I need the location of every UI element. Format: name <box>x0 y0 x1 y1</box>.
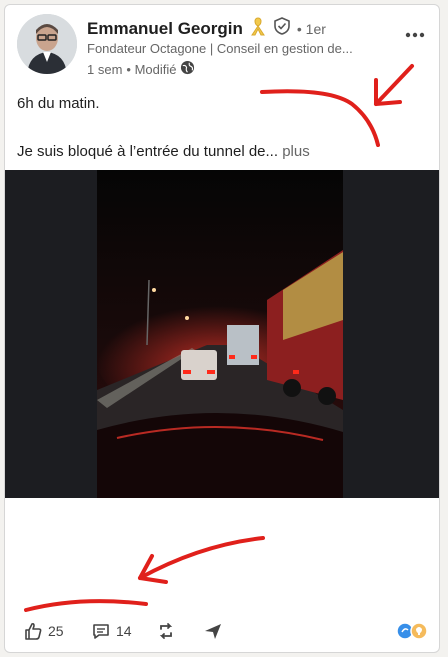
post-time: 1 sem <box>87 61 123 77</box>
send-button[interactable] <box>203 621 223 641</box>
comment-count: 14 <box>116 623 132 639</box>
author-row: Emmanuel Georgin • 1er <box>87 16 326 41</box>
post-video[interactable] <box>5 170 439 498</box>
author-name[interactable]: Emmanuel Georgin <box>87 19 243 39</box>
shield-check-icon <box>273 17 291 40</box>
repost-button[interactable] <box>156 621 176 641</box>
post-text-line1: 6h du matin. <box>17 95 100 112</box>
edited-label: • Modifié <box>126 61 177 77</box>
thumbs-up-icon <box>25 622 42 640</box>
ellipsis-icon <box>405 32 425 38</box>
avatar-photo <box>17 14 77 74</box>
post-text-line2: Je suis bloqué à l’entrée du tunnel de..… <box>17 143 310 160</box>
traffic-night-scene <box>97 170 343 498</box>
reaction-icons[interactable] <box>395 621 431 641</box>
comment-button[interactable]: 14 <box>91 621 132 641</box>
post-text-excerpt: Je suis bloqué à l’entrée du tunnel de..… <box>17 143 279 160</box>
more-options-button[interactable] <box>405 21 425 44</box>
like-button[interactable]: 25 <box>23 621 64 641</box>
yellow-ribbon-icon <box>249 16 267 41</box>
avatar[interactable] <box>17 14 77 74</box>
like-count: 25 <box>48 623 64 639</box>
repost-icon <box>159 623 173 639</box>
post-meta: 1 sem • Modifié <box>87 60 195 78</box>
post-card: Emmanuel Georgin • 1er Fondateur Octagon… <box>4 4 440 653</box>
connection-degree: • 1er <box>296 20 326 37</box>
see-more-link[interactable]: plus <box>282 143 310 160</box>
video-frame[interactable] <box>97 170 343 498</box>
send-icon <box>205 624 221 639</box>
author-headline: Fondateur Octagone | Conseil en gestion … <box>87 41 353 56</box>
social-actions-bar: 25 14 <box>5 617 439 647</box>
globe-icon <box>180 60 195 78</box>
comment-icon <box>93 624 109 639</box>
